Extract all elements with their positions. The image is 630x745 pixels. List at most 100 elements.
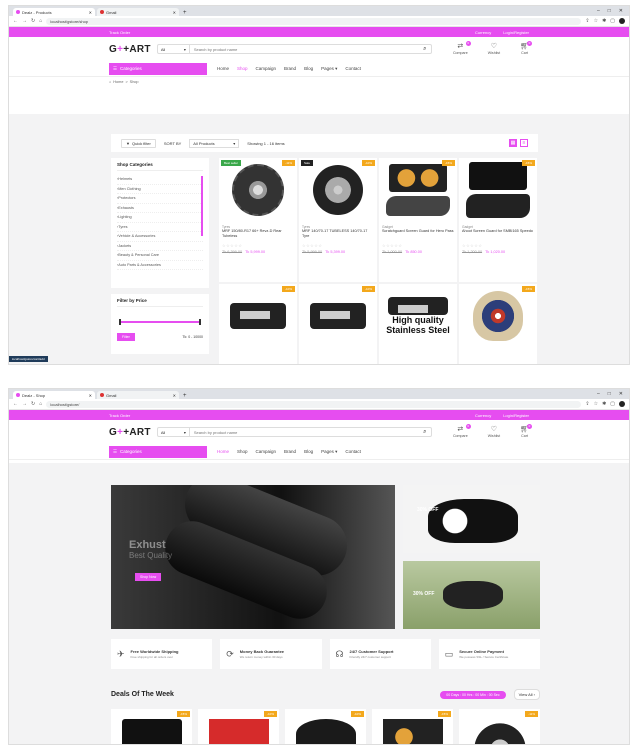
product-name[interactable]: Scratchguard Screen Guard for Hero Pass — [382, 229, 454, 243]
category-item[interactable]: › Lighting — [117, 213, 203, 223]
search-input[interactable] — [189, 46, 419, 52]
wishlist-button[interactable]: ♡ Wishlist — [488, 426, 500, 438]
slider-max-handle[interactable] — [199, 319, 201, 325]
product-image[interactable] — [302, 161, 374, 219]
deal-card[interactable]: -11% — [459, 709, 540, 744]
list-view-icon[interactable]: ≡ — [520, 139, 528, 147]
browser-tab[interactable]: Dealz - Products ✕ — [13, 8, 95, 16]
nav-brand[interactable]: Brand — [284, 66, 296, 72]
back-icon[interactable]: ← — [13, 18, 18, 24]
side-banner-headlight[interactable]: 30% OFF — [403, 485, 540, 553]
currency-select[interactable]: Currency — [475, 30, 491, 35]
nav-contact[interactable]: Contact — [345, 66, 361, 72]
star-icon[interactable]: ☆ — [594, 401, 598, 407]
category-item[interactable]: › Protectors — [117, 194, 203, 204]
compare-button[interactable]: ⇄ 0 Compare — [453, 41, 471, 55]
search-icon[interactable]: ⌕ — [419, 429, 431, 436]
minimize-icon[interactable]: – — [597, 8, 600, 14]
maximize-icon[interactable]: □ — [608, 391, 611, 397]
site-logo[interactable]: G++ART — [109, 44, 151, 55]
nav-campaign[interactable]: Campaign — [256, 449, 277, 455]
product-image[interactable] — [302, 287, 374, 345]
category-item[interactable]: › Helmets — [117, 175, 203, 185]
close-icon[interactable]: ✕ — [173, 393, 176, 398]
cart-button[interactable]: 🛒︎ 0 Cart — [520, 424, 532, 438]
view-all-button[interactable]: View All › — [513, 689, 540, 700]
category-item[interactable]: › Tyres — [117, 223, 203, 232]
product-name[interactable]: MRF 140/70-17 TUBELESS 140/70-17 Tyre — [302, 229, 374, 243]
search-icon[interactable]: ⌕ — [419, 46, 431, 53]
browser-tab[interactable]: Gmail ✕ — [97, 391, 179, 399]
star-icon[interactable]: ☆ — [594, 18, 598, 24]
home-icon[interactable]: ⌂ — [39, 18, 42, 24]
currency-select[interactable]: Currency — [475, 413, 491, 418]
deal-card[interactable]: -10% — [285, 709, 366, 744]
share-icon[interactable]: ⇪ — [585, 18, 589, 24]
price-range-slider[interactable] — [119, 319, 201, 325]
close-window-icon[interactable]: ✕ — [619, 8, 623, 14]
close-icon[interactable]: ✕ — [173, 10, 176, 15]
product-image[interactable] — [462, 161, 534, 219]
reload-icon[interactable]: ↻ — [31, 401, 35, 407]
puzzle-icon[interactable]: ✱ — [602, 401, 606, 407]
new-tab-button[interactable]: + — [183, 10, 187, 16]
product-card[interactable]: -10% — [299, 284, 377, 364]
browser-tab[interactable]: Gmail ✕ — [97, 8, 179, 16]
category-item[interactable]: › Exhausts — [117, 204, 203, 213]
close-icon[interactable]: ✕ — [89, 10, 92, 15]
close-window-icon[interactable]: ✕ — [619, 391, 623, 397]
cart-button[interactable]: 🛒︎ 0 Cart — [520, 41, 532, 55]
nav-home[interactable]: Home — [217, 449, 229, 455]
product-image[interactable]: High quality Stainless Steel — [382, 287, 454, 345]
site-logo[interactable]: G++ART — [109, 427, 151, 438]
nav-pages[interactable]: Pages ▾ — [321, 449, 337, 455]
search-category-select[interactable]: All ▾ — [158, 428, 190, 436]
deal-card[interactable]: -15% — [372, 709, 453, 744]
nav-contact[interactable]: Contact — [345, 449, 361, 455]
categories-button[interactable]: ☰ Categories — [109, 445, 207, 458]
home-icon[interactable]: ⌂ — [39, 401, 42, 407]
maximize-icon[interactable]: □ — [608, 8, 611, 14]
login-register-link[interactable]: Login/Register — [503, 30, 529, 35]
breadcrumb-home[interactable]: Home — [113, 80, 123, 84]
nav-blog[interactable]: Blog — [304, 66, 313, 72]
deal-card[interactable]: -15% — [111, 709, 192, 744]
sidebar-icon[interactable]: ▢ — [610, 18, 615, 24]
track-order-link[interactable]: Track Order — [109, 30, 130, 35]
track-order-link[interactable]: Track Order — [109, 413, 130, 418]
share-icon[interactable]: ⇪ — [585, 401, 589, 407]
product-card[interactable]: -15% Gadget Scratchguard Screen Guard fo… — [379, 158, 457, 282]
product-image[interactable] — [222, 161, 294, 219]
shop-now-button[interactable]: Shop Now — [135, 573, 162, 581]
category-item[interactable]: › Beauty & Personal Care — [117, 251, 203, 261]
category-item[interactable]: › Auto Parts & Accessories — [117, 261, 203, 270]
filter-button[interactable]: Filter — [117, 333, 135, 341]
product-image[interactable] — [462, 287, 534, 345]
search-input[interactable] — [189, 429, 419, 435]
side-banner-cluster[interactable]: 30% OFF — [403, 561, 540, 629]
profile-avatar[interactable] — [619, 18, 625, 24]
forward-icon[interactable]: → — [22, 18, 27, 24]
address-bar[interactable]: localhost/gstore/ — [46, 400, 582, 408]
nav-pages[interactable]: Pages ▾ — [321, 66, 337, 72]
back-icon[interactable]: ← — [13, 401, 18, 407]
category-item[interactable]: › Men Clothing — [117, 185, 203, 194]
product-image[interactable] — [222, 287, 294, 345]
category-scrollbar[interactable] — [201, 176, 203, 236]
sidebar-icon[interactable]: ▢ — [610, 401, 615, 407]
grid-view-icon[interactable]: ▦ — [509, 139, 517, 147]
compare-button[interactable]: ⇄ 0 Compare — [453, 424, 471, 438]
nav-shop[interactable]: Shop — [237, 66, 248, 72]
nav-shop[interactable]: Shop — [237, 449, 248, 455]
profile-avatar[interactable] — [619, 401, 625, 407]
product-card[interactable]: -10% — [219, 284, 297, 364]
product-card[interactable]: High quality Stainless Steel — [379, 284, 457, 364]
nav-blog[interactable]: Blog — [304, 449, 313, 455]
sort-select[interactable]: All Products ▾ — [189, 138, 240, 148]
product-card[interactable]: -15% — [459, 284, 537, 364]
nav-campaign[interactable]: Campaign — [256, 66, 277, 72]
product-name[interactable]: Ahoot Screen Guard for SMBI165 Speedo — [462, 229, 534, 243]
product-card[interactable]: -15% Gadget Ahoot Screen Guard for SMBI1… — [459, 158, 537, 282]
forward-icon[interactable]: → — [22, 401, 27, 407]
nav-home[interactable]: Home — [217, 66, 229, 72]
